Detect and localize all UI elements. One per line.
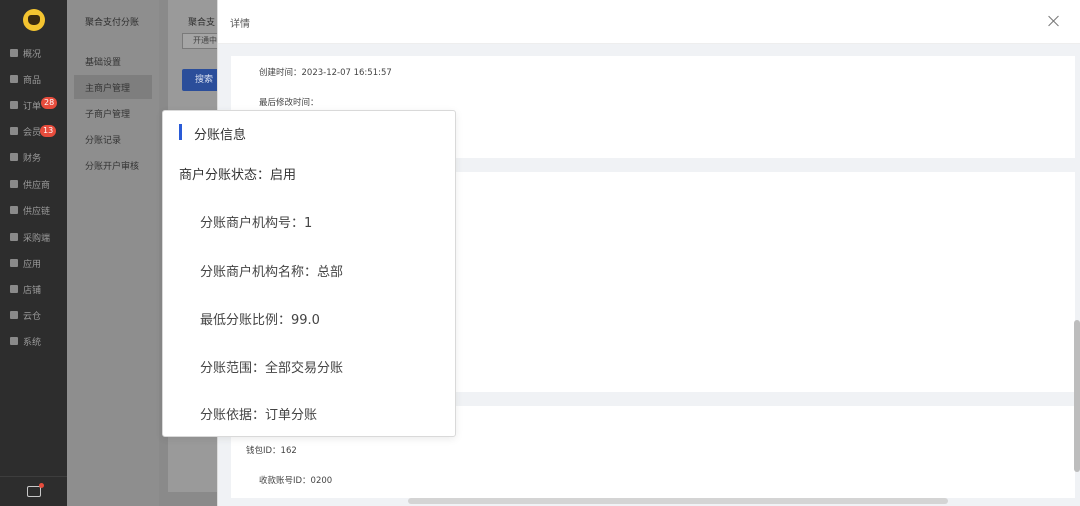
- horizontal-scrollbar[interactable]: [408, 498, 948, 504]
- cloud-warehouse-icon: [10, 311, 18, 319]
- drawer-title: 详情: [230, 19, 250, 30]
- drawer-header: 详情: [218, 0, 1080, 44]
- sidebar-item-label: 应用: [23, 259, 42, 270]
- status-filter-input[interactable]: 开通中: [182, 33, 222, 49]
- submenu-title: 聚合支付分账: [85, 18, 140, 28]
- split-org-name: 分账商户机构名称：总部: [200, 265, 344, 280]
- split-org-number: 分账商户机构号：1: [200, 216, 313, 231]
- sidebar-item-store[interactable]: 店铺: [0, 279, 67, 299]
- dashboard-icon: [10, 49, 18, 57]
- sidebar-item-apps[interactable]: 应用: [0, 253, 67, 273]
- sidebar-item-finance[interactable]: 财务: [0, 147, 67, 167]
- orders-count-badge: 28: [41, 97, 58, 109]
- close-icon[interactable]: [1047, 14, 1061, 28]
- receive-account-id: 收款账号ID：0200: [259, 476, 333, 486]
- sidebar-item-supply-chain[interactable]: 供应链: [0, 200, 67, 220]
- system-icon: [10, 337, 18, 345]
- supplier-icon: [10, 180, 18, 188]
- created-time: 创建时间：2023-12-07 16:51:57: [259, 68, 392, 78]
- sidebar-item-label: 系统: [23, 337, 42, 348]
- sidebar-item-label: 订单: [23, 101, 42, 112]
- sidebar-item-label: 采购端: [23, 233, 51, 244]
- app-icon: [10, 259, 18, 267]
- chat-icon[interactable]: [26, 483, 44, 497]
- secondary-menu: 聚合支付分账 基础设置 主商户管理 子商户管理 分账记录 分账开户审核: [67, 0, 159, 506]
- submenu-item-account-review[interactable]: 分账开户审核: [74, 153, 152, 177]
- sidebar-item-products[interactable]: 商品: [0, 69, 67, 89]
- submenu-item-basic-settings[interactable]: 基础设置: [74, 49, 152, 73]
- members-count-badge: 13: [40, 125, 57, 137]
- finance-icon: [10, 153, 18, 161]
- sidebar-item-label: 财务: [23, 153, 42, 164]
- submenu-item-main-merchant[interactable]: 主商户管理: [74, 75, 152, 99]
- main-sidebar: 概况 商品 订单 28 会员 13 财务 供应商 供应链 采购端 应用 店铺 云…: [0, 0, 67, 506]
- supply-chain-icon: [10, 206, 18, 214]
- sidebar-item-label: 会员: [23, 127, 42, 138]
- sidebar-item-label: 店铺: [23, 285, 42, 296]
- popup-title: 分账信息: [194, 128, 247, 143]
- purchase-icon: [10, 233, 18, 241]
- sidebar-item-overview[interactable]: 概况: [0, 43, 67, 63]
- logo-icon[interactable]: [23, 9, 45, 31]
- sidebar-item-purchase[interactable]: 采购端: [0, 227, 67, 247]
- title-accent-bar: [179, 124, 182, 140]
- main-tab[interactable]: 聚合支: [188, 15, 215, 28]
- sidebar-item-label: 供应商: [23, 180, 51, 191]
- order-icon: [10, 101, 18, 109]
- min-split-ratio: 最低分账比例：99.0: [200, 313, 320, 328]
- sidebar-item-supplier[interactable]: 供应商: [0, 174, 67, 194]
- split-scope: 分账范围：全部交易分账: [200, 361, 344, 376]
- sidebar-item-label: 云仓: [23, 311, 42, 322]
- sidebar-item-label: 概况: [23, 49, 42, 60]
- store-icon: [10, 285, 18, 293]
- submenu-item-split-records[interactable]: 分账记录: [74, 127, 152, 151]
- member-icon: [10, 127, 18, 135]
- sidebar-footer: [0, 476, 67, 506]
- sidebar-item-system[interactable]: 系统: [0, 331, 67, 351]
- modified-time: 最后修改时间：: [259, 98, 319, 108]
- submenu-item-sub-merchant[interactable]: 子商户管理: [74, 101, 152, 125]
- sidebar-item-label: 商品: [23, 75, 42, 86]
- sidebar-item-cloud-warehouse[interactable]: 云仓: [0, 305, 67, 325]
- split-basis: 分账依据：订单分账: [200, 408, 318, 423]
- split-status: 商户分账状态：启用: [179, 168, 297, 183]
- sidebar-item-members[interactable]: 会员: [0, 121, 67, 141]
- vertical-scrollbar[interactable]: [1074, 320, 1080, 472]
- search-button[interactable]: 搜索: [182, 69, 222, 91]
- sidebar-item-orders[interactable]: 订单: [0, 95, 67, 115]
- split-info-popup: 分账信息 商户分账状态：启用 分账商户机构号：1 分账商户机构名称：总部 最低分…: [162, 110, 456, 437]
- sidebar-item-label: 供应链: [23, 206, 51, 217]
- product-icon: [10, 75, 18, 83]
- wallet-id: 钱包ID：162: [246, 446, 297, 456]
